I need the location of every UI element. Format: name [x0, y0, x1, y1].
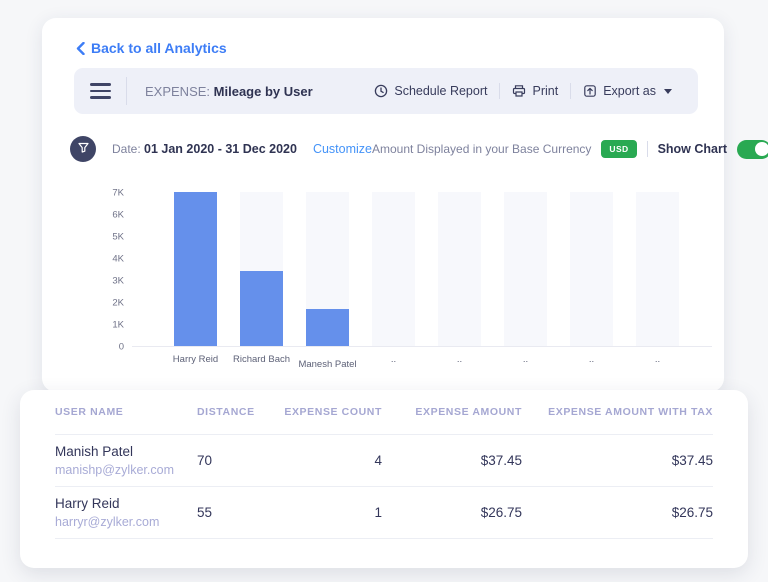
user-name: Harry Reid — [55, 496, 120, 511]
x-axis-label: Richard Bach — [232, 354, 291, 365]
column-header-expense-count: EXPENSE COUNT — [284, 406, 382, 418]
column-header-expense-amount-with-tax: EXPENSE AMOUNT WITH TAX — [548, 406, 713, 418]
y-tick-label: 3K — [112, 275, 124, 287]
distance-value: 55 — [197, 505, 213, 520]
chart-column — [372, 192, 415, 346]
x-axis-label: .. — [588, 354, 595, 365]
y-tick-label: 0 — [118, 341, 124, 353]
export-icon — [583, 84, 597, 98]
analytics-report-card: Back to all Analytics EXPENSE: Mileage b… — [42, 18, 768, 392]
chart-y-axis: 7K 6K 5K 4K 3K 2K 1K 0 — [98, 188, 132, 353]
x-axis-label: .. — [654, 354, 661, 365]
table-row: Harry Reid harryr@zylker.com 55 1 $26.75 $26.… — [55, 486, 713, 539]
hamburger-menu-icon[interactable] — [74, 83, 126, 99]
chart-column — [636, 192, 679, 346]
mileage-bar-chart: 7K 6K 5K 4K 3K 2K 1K 0 Harry Reid Richard Bach Ma… — [98, 188, 712, 370]
export-as-label: Export as — [603, 84, 656, 98]
toolbar-actions: Schedule Report Print Export as — [362, 83, 698, 99]
user-email: manishp@zylker.com — [55, 463, 174, 477]
print-label: Print — [532, 84, 559, 98]
date-range-display: Date: 01 Jan 2020 - 31 Dec 2020 — [112, 142, 297, 156]
x-axis-label: .. — [390, 354, 397, 365]
user-cell: Harry Reid harryr@zylker.com — [55, 496, 197, 529]
x-axis-label: .. — [522, 354, 529, 365]
chart-column — [570, 192, 613, 346]
expense-amount-value: $37.45 — [480, 453, 522, 468]
user-name: Manish Patel — [55, 444, 134, 459]
printer-icon — [512, 84, 526, 98]
user-cell: Manish Patel manishp@zylker.com — [55, 444, 197, 477]
column-header-user-name: USER NAME — [55, 406, 124, 418]
toolbar-divider — [126, 77, 127, 105]
expense-amount-with-tax-value: $37.45 — [671, 453, 713, 468]
customize-link[interactable]: Customize — [313, 142, 372, 156]
bar-harry-reid[interactable] — [174, 192, 217, 346]
back-to-analytics-link[interactable]: Back to all Analytics — [76, 40, 227, 56]
print-button[interactable]: Print — [500, 84, 570, 98]
report-name-label: Mileage by User — [213, 83, 313, 99]
chevron-left-icon — [76, 41, 85, 55]
bar-manesh-patel[interactable] — [306, 309, 349, 346]
y-tick-label: 5K — [112, 231, 124, 243]
chart-plot-area — [132, 192, 712, 347]
schedule-report-label: Schedule Report — [394, 84, 488, 98]
chart-x-axis-labels: Harry Reid Richard Bach Manesh Patel......… — [98, 354, 712, 370]
back-link-label: Back to all Analytics — [91, 40, 227, 56]
chart-column — [240, 192, 283, 346]
base-currency-note: Amount Displayed in your Base Currency — [371, 142, 592, 156]
filter-right-group: Amount Displayed in your Base Currency U… — [371, 139, 768, 159]
bar-richard-bach[interactable] — [240, 271, 283, 346]
report-toolbar: EXPENSE: Mileage by User Schedule Report… — [74, 68, 698, 114]
chart-column — [438, 192, 481, 346]
toggle-knob — [754, 142, 768, 156]
column-header-expense-amount: EXPENSE AMOUNT — [415, 406, 522, 418]
table-row: Manish Patel manishp@zylker.com 70 4 $37.45 $… — [55, 434, 713, 486]
y-tick-label: 1K — [112, 319, 124, 331]
export-as-button[interactable]: Export as — [571, 84, 684, 98]
x-axis-label: .. — [456, 354, 463, 365]
x-axis-label: Manesh Patel — [298, 359, 357, 370]
table-body: Manish Patel manishp@zylker.com 70 4 $37.45 $… — [55, 434, 713, 539]
filter-separator — [646, 141, 648, 157]
chart-column — [306, 192, 349, 346]
y-tick-label: 2K — [112, 297, 124, 309]
x-axis-label: Harry Reid — [172, 354, 219, 365]
chart-column — [504, 192, 547, 346]
column-header-distance: DISTANCE — [197, 406, 255, 418]
y-tick-label: 6K — [112, 209, 124, 221]
date-label: Date: — [112, 142, 141, 156]
chart-column — [174, 192, 217, 346]
filter-row: Date: 01 Jan 2020 - 31 Dec 2020 Customiz… — [70, 135, 768, 163]
distance-value: 70 — [197, 453, 213, 468]
show-chart-toggle[interactable] — [737, 139, 768, 159]
expense-count-value: 1 — [374, 505, 382, 520]
expense-amount-with-tax-value: $26.75 — [671, 505, 713, 520]
y-tick-label: 4K — [112, 253, 124, 265]
report-type-label: EXPENSE: — [145, 83, 211, 99]
expense-amount-value: $26.75 — [480, 505, 522, 520]
y-tick-label: 7K — [112, 187, 124, 199]
date-range-value: 01 Jan 2020 - 31 Dec 2020 — [144, 142, 297, 156]
report-title: EXPENSE: Mileage by User — [145, 84, 313, 99]
expense-count-value: 4 — [374, 453, 382, 468]
filter-button[interactable] — [70, 136, 96, 162]
user-email: harryr@zylker.com — [55, 515, 160, 529]
schedule-report-button[interactable]: Schedule Report — [362, 84, 499, 98]
currency-badge: USD — [601, 140, 637, 158]
show-chart-label: Show Chart — [657, 142, 728, 156]
report-table-card: USER NAME DISTANCE EXPENSE COUNT EXPENSE AM… — [20, 390, 748, 568]
funnel-icon — [77, 140, 89, 158]
table-header-row: USER NAME DISTANCE EXPENSE COUNT EXPENSE AM… — [55, 390, 713, 434]
chevron-down-icon — [664, 88, 672, 94]
clock-icon — [374, 84, 388, 98]
